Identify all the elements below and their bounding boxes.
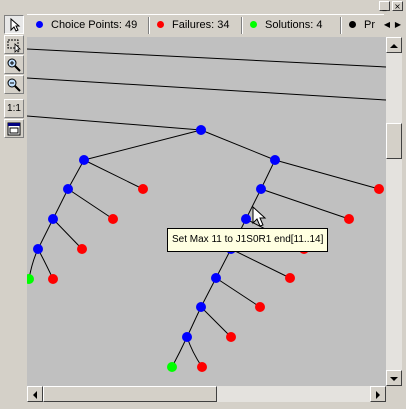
- tree-edge: [37, 218, 54, 250]
- scroll-right-button[interactable]: [370, 386, 386, 402]
- choice-point-node[interactable]: [211, 273, 221, 283]
- choice-point-node[interactable]: [241, 214, 251, 224]
- scroll-up-button[interactable]: [386, 37, 402, 53]
- legend-solutions-label: Solutions: 4: [265, 19, 323, 31]
- failure-node[interactable]: [374, 184, 384, 194]
- tree-edge: [27, 77, 386, 101]
- legend-divider: [241, 17, 243, 34]
- tree-edge: [27, 115, 202, 131]
- choice-point-node[interactable]: [79, 155, 89, 165]
- arrow-down-icon: [390, 377, 398, 381]
- pruned-dot-icon: [349, 21, 356, 28]
- solution-node[interactable]: [27, 274, 34, 284]
- pointer-icon: [10, 17, 21, 32]
- failure-node[interactable]: [285, 273, 295, 283]
- legend-scroll-left-icon[interactable]: ◀: [382, 16, 392, 34]
- select-rect-tool-button[interactable]: [4, 35, 24, 54]
- horizontal-scrollbar[interactable]: [27, 386, 386, 402]
- tree-edge: [260, 188, 350, 220]
- tree-edge: [83, 159, 144, 190]
- legend-choice-points-label: Choice Points: 49: [51, 19, 138, 31]
- tree-edge: [83, 129, 202, 161]
- failure-node[interactable]: [138, 184, 148, 194]
- arrow-left-icon: [33, 391, 37, 399]
- tree-edge: [186, 336, 203, 368]
- choice-point-node[interactable]: [196, 302, 206, 312]
- tree-edge: [171, 336, 188, 368]
- scroll-left-button[interactable]: [27, 386, 43, 402]
- solution-dot-icon: [250, 21, 257, 28]
- choice-point-node[interactable]: [182, 332, 192, 342]
- tree-edge: [52, 188, 69, 220]
- failure-node[interactable]: [197, 362, 207, 372]
- arrow-up-icon: [390, 44, 398, 48]
- pointer-tool-button[interactable]: [4, 15, 24, 34]
- zoom-reset-button[interactable]: 1:1: [4, 99, 24, 118]
- choice-point-node[interactable]: [196, 125, 206, 135]
- scroll-down-button[interactable]: [386, 370, 402, 386]
- fit-window-icon: [7, 122, 21, 136]
- vertical-scrollbar[interactable]: [386, 37, 402, 386]
- horizontal-scroll-thumb[interactable]: [43, 386, 217, 402]
- solution-node[interactable]: [167, 362, 177, 372]
- scrollbar-corner: [386, 386, 402, 402]
- legend-divider: [148, 17, 150, 34]
- choice-point-node[interactable]: [63, 184, 73, 194]
- tree-canvas[interactable]: [27, 37, 386, 386]
- search-tree-window: _ × 1:1 Choice Points: 49 Failures: 34 S…: [0, 0, 406, 409]
- choice-point-node[interactable]: [256, 184, 266, 194]
- choice-point-node[interactable]: [33, 244, 43, 254]
- tree-edge: [215, 277, 261, 308]
- close-button[interactable]: ×: [392, 1, 403, 11]
- failure-node[interactable]: [255, 302, 265, 312]
- legend-bar: Choice Points: 49 Failures: 34 Solutions…: [27, 14, 384, 38]
- failure-dot-icon: [157, 21, 164, 28]
- tree-edge: [37, 248, 54, 280]
- select-rect-icon: [7, 39, 21, 53]
- legend-divider: [340, 17, 342, 34]
- tool-palette: 1:1: [3, 15, 24, 405]
- zoom-out-tool-button[interactable]: [4, 75, 24, 94]
- zoom-in-tool-button[interactable]: [4, 55, 24, 74]
- legend-failures: Failures: 34: [157, 19, 229, 31]
- search-tree-graph[interactable]: [27, 37, 386, 386]
- minimize-button[interactable]: _: [379, 1, 390, 11]
- tree-edge: [200, 306, 232, 338]
- legend-pruned-label: Pr: [364, 19, 375, 31]
- tree-edge: [274, 159, 380, 190]
- choice-point-dot-icon: [36, 21, 43, 28]
- legend-failures-label: Failures: 34: [172, 19, 230, 31]
- choice-point-node[interactable]: [48, 214, 58, 224]
- failure-node[interactable]: [48, 274, 58, 284]
- legend-scroll-right-icon[interactable]: ▶: [393, 16, 403, 34]
- failure-node[interactable]: [108, 214, 118, 224]
- failure-node[interactable]: [344, 214, 354, 224]
- legend-solutions: Solutions: 4: [250, 19, 322, 31]
- fit-window-tool-button[interactable]: [4, 119, 24, 138]
- choice-point-node[interactable]: [270, 155, 280, 165]
- failure-node[interactable]: [226, 332, 236, 342]
- vertical-scroll-thumb[interactable]: [386, 123, 402, 159]
- arrow-right-icon: [376, 391, 380, 399]
- node-tooltip: Set Max 11 to J1S0R1 end[11..14]: [167, 228, 329, 252]
- legend-choice-points: Choice Points: 49: [36, 19, 137, 31]
- zoom-in-icon: [7, 58, 21, 72]
- legend-pruned: Pr: [349, 19, 375, 31]
- tree-edge: [27, 48, 386, 68]
- tree-edge: [230, 248, 291, 279]
- tree-edge: [52, 218, 83, 250]
- zoom-out-icon: [7, 78, 21, 92]
- failure-node[interactable]: [77, 244, 87, 254]
- tree-edge: [67, 188, 114, 220]
- tree-edge: [200, 129, 276, 161]
